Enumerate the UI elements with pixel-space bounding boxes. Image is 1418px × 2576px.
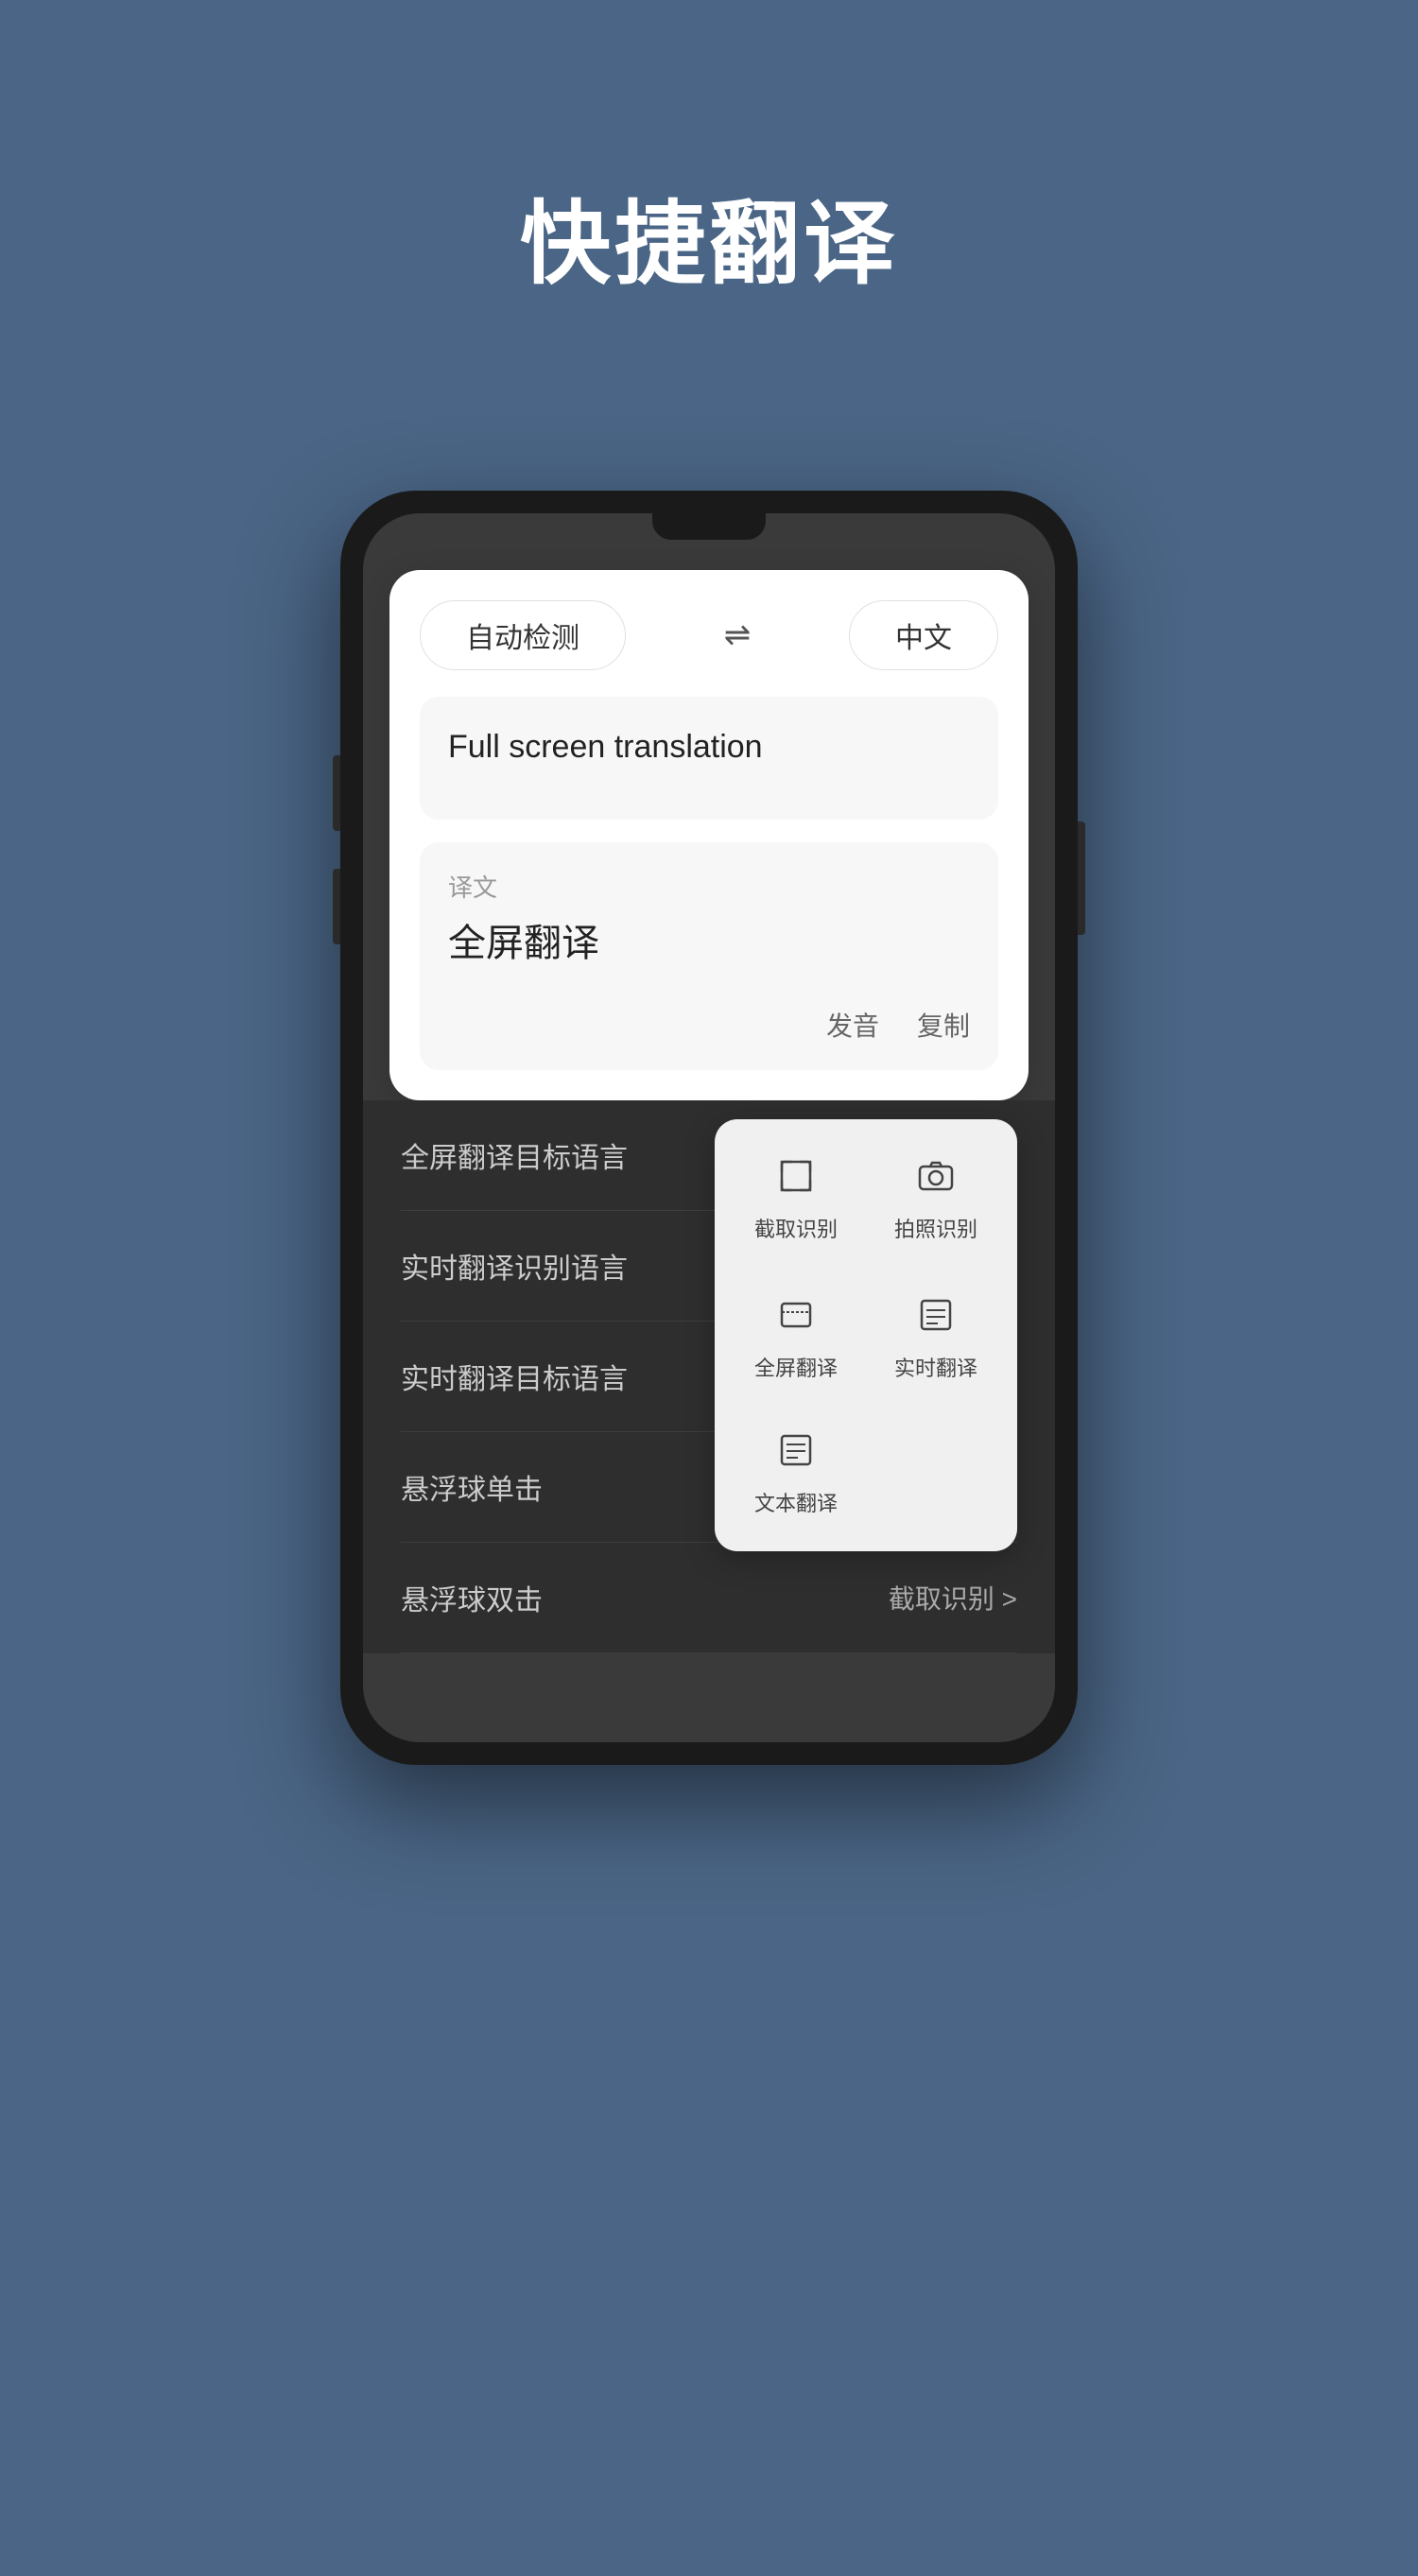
menu-item-text[interactable]: 文本翻译 xyxy=(734,1416,858,1532)
input-box[interactable]: Full screen translation xyxy=(420,697,998,820)
input-text: Full screen translation xyxy=(448,729,763,765)
realtime-icon xyxy=(917,1296,955,1342)
phone-button-power xyxy=(1078,821,1085,935)
menu-item-camera[interactable]: 拍照识别 xyxy=(873,1138,998,1262)
menu-label-text: 文本翻译 xyxy=(754,1487,838,1517)
output-label: 译文 xyxy=(448,869,970,904)
output-text: 全屏翻译 xyxy=(448,915,970,972)
target-lang-button[interactable]: 中文 xyxy=(849,600,998,670)
source-lang-button[interactable]: 自动检测 xyxy=(420,600,626,670)
phone-button-volume-up xyxy=(333,755,340,831)
fullscreen-icon xyxy=(777,1296,815,1342)
menu-label-screenshot: 截取识别 xyxy=(754,1213,838,1243)
setting-value-float-double: 截取识别 > xyxy=(889,1579,1017,1616)
phone-button-volume-down xyxy=(333,869,340,944)
menu-grid: 截取识别 拍照识别 xyxy=(734,1138,998,1532)
menu-label-fullscreen: 全屏翻译 xyxy=(754,1352,838,1382)
output-actions: 发音 复制 xyxy=(448,1006,970,1044)
swap-icon[interactable]: ⇌ xyxy=(724,616,752,654)
setting-label-float-single: 悬浮球单击 xyxy=(401,1466,543,1508)
camera-icon xyxy=(917,1157,955,1203)
setting-label-fullscreen-lang: 全屏翻译目标语言 xyxy=(401,1134,628,1176)
pronounce-button[interactable]: 发音 xyxy=(826,1006,879,1044)
menu-label-realtime: 实时翻译 xyxy=(894,1352,977,1382)
setting-label-realtime-source: 实时翻译识别语言 xyxy=(401,1245,628,1287)
settings-region: 全屏翻译目标语言 中文 > 实时翻译识别语言 实时翻译目标语言 悬浮球单击 功能… xyxy=(363,1100,1055,1653)
phone-notch xyxy=(652,513,766,540)
menu-item-screenshot[interactable]: 截取识别 xyxy=(734,1138,858,1262)
translation-card: 自动检测 ⇌ 中文 Full screen translation 译文 全屏翻… xyxy=(389,570,1029,1100)
floating-menu: 截取识别 拍照识别 xyxy=(715,1119,1017,1551)
phone-frame: 自动检测 ⇌ 中文 Full screen translation 译文 全屏翻… xyxy=(340,491,1078,1765)
menu-label-camera: 拍照识别 xyxy=(894,1213,977,1243)
text-icon xyxy=(777,1431,815,1478)
menu-item-fullscreen[interactable]: 全屏翻译 xyxy=(734,1277,858,1401)
setting-label-float-double: 悬浮球双击 xyxy=(401,1577,543,1618)
setting-row-float-double[interactable]: 悬浮球双击 截取识别 > xyxy=(401,1543,1017,1653)
output-box: 译文 全屏翻译 发音 复制 xyxy=(420,842,998,1070)
lang-selector: 自动检测 ⇌ 中文 xyxy=(420,600,998,670)
phone-screen: 自动检测 ⇌ 中文 Full screen translation 译文 全屏翻… xyxy=(363,513,1055,1742)
setting-label-realtime-target: 实时翻译目标语言 xyxy=(401,1356,628,1397)
screenshot-icon xyxy=(777,1157,815,1203)
copy-button[interactable]: 复制 xyxy=(917,1006,970,1044)
menu-item-realtime[interactable]: 实时翻译 xyxy=(873,1277,998,1401)
page-title: 快捷翻译 xyxy=(520,170,898,302)
